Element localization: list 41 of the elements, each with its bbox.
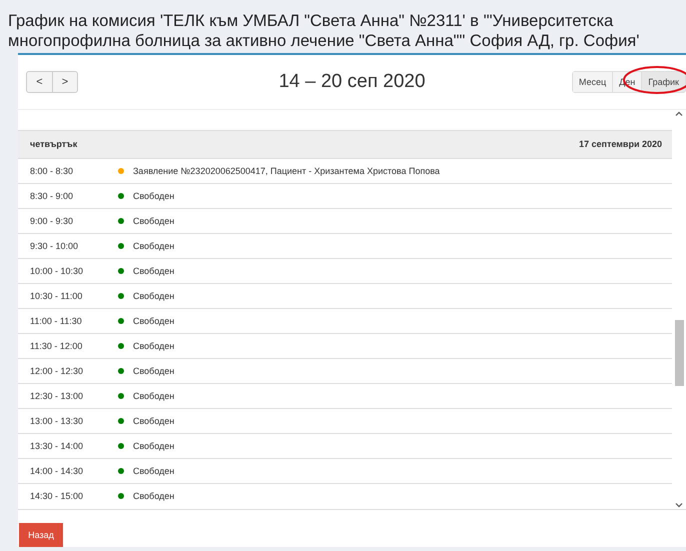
slot-description: Свободен	[133, 416, 174, 426]
time-range: 9:00 - 9:30	[29, 216, 74, 226]
time-range: 10:00 - 10:30	[29, 266, 84, 276]
slot-description: Свободен	[133, 190, 174, 201]
slot-description: Свободен	[133, 340, 174, 351]
time-range: 11:30 - 12:00	[29, 340, 84, 351]
day-name: четвъртък	[30, 139, 78, 150]
slot-description: Свободен	[133, 466, 174, 476]
time-range: 10:30 - 11:00	[29, 290, 84, 301]
slot-description: Свободен	[133, 266, 174, 276]
scroll-thumb[interactable]	[675, 320, 684, 386]
time-range: 13:00 - 13:30	[29, 416, 84, 426]
page-title: График на комисия 'ТЕЛК към УМБАЛ "Света Анна" №2311' в '"Университетска многопрофилна болница за активно лечение "Света Анна"" София АД, гр. София'	[7, 11, 640, 52]
time-range: 13:30 - 14:00	[29, 440, 84, 451]
slot-description: Заявление №232020062500417, Пациент - Хризантема Христова Попова	[133, 166, 440, 176]
time-range: 8:30 - 9:00	[29, 190, 74, 201]
view-tab[interactable]: График	[641, 72, 685, 92]
time-range: 12:30 - 13:00	[29, 390, 84, 401]
time-range: 12:00 - 12:30	[29, 366, 84, 376]
time-range: 11:00 - 11:30	[29, 316, 83, 326]
slot-description: Свободен	[133, 316, 174, 326]
slot-description: Свободен	[133, 216, 174, 226]
time-range: 8:00 - 8:30	[29, 166, 74, 176]
slot-description: Свободен	[133, 440, 174, 451]
slot-description: Свободен	[133, 366, 174, 376]
slot-description: Свободен	[133, 490, 174, 501]
scrollbar[interactable]	[672, 110, 686, 509]
view-tab[interactable]: Месец	[572, 72, 612, 92]
time-range: 14:30 - 15:00	[29, 490, 84, 501]
day-date: 17 септември 2020	[579, 139, 662, 150]
slot-description: Свободен	[133, 290, 174, 301]
back-button[interactable]: Назад	[19, 523, 63, 547]
slot-description: Свободен	[133, 240, 174, 251]
time-range: 14:00 - 14:30	[29, 466, 84, 476]
slot-description: Свободен	[133, 390, 174, 401]
date-range: 14 – 20 сеп 2020	[278, 70, 426, 92]
scroll-up-icon[interactable]	[675, 110, 683, 118]
time-range: 9:30 - 10:00	[29, 240, 80, 251]
previous-button[interactable]: <	[27, 72, 52, 92]
next-button[interactable]: >	[52, 72, 77, 92]
scroll-down-icon[interactable]	[675, 501, 683, 509]
